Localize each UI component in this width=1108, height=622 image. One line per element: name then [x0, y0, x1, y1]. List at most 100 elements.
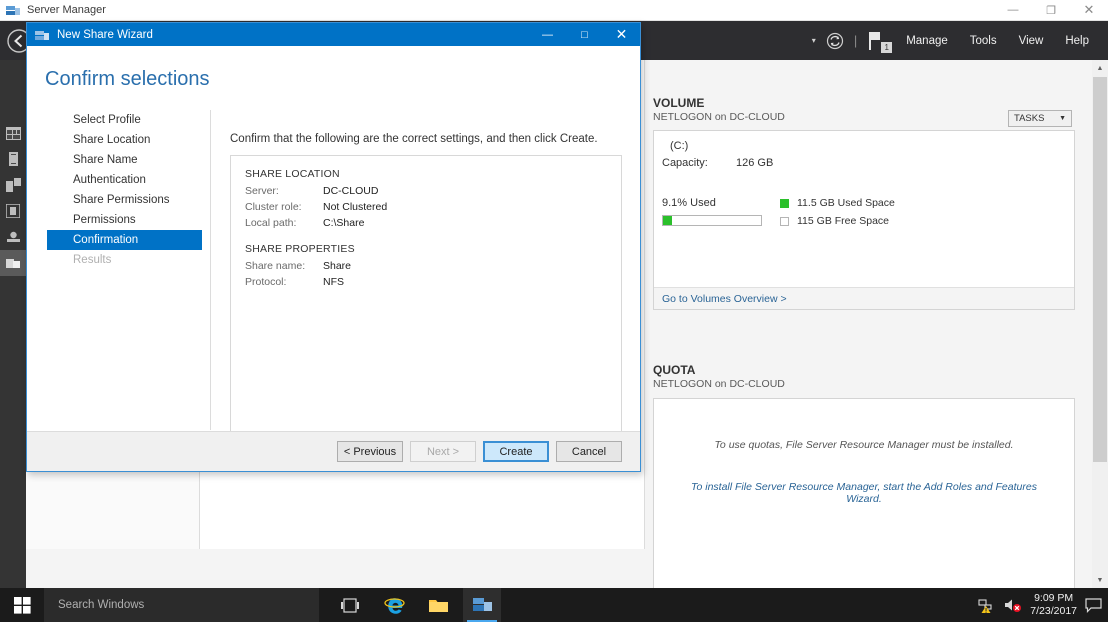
- wizard-nav-share-permissions[interactable]: Share Permissions: [47, 190, 202, 210]
- volume-subtitle: NETLOGON on DC-CLOUD: [653, 111, 785, 123]
- wizard-titlebar: New Share Wizard — □ ✕: [27, 23, 640, 46]
- scrollbar-thumb[interactable]: [1093, 77, 1107, 462]
- detail-value-share-name: Share: [323, 260, 352, 272]
- volume-tasks-button[interactable]: TASKS ▼: [1008, 110, 1072, 127]
- wizard-nav-share-name[interactable]: Share Name: [47, 150, 202, 170]
- volume-usage: 9.1% Used: [662, 197, 762, 226]
- quota-section-header: QUOTA NETLOGON on DC-CLOUD: [653, 363, 785, 390]
- wizard-nav-results: Results: [73, 254, 112, 266]
- wizard-minimize-button[interactable]: —: [529, 23, 566, 46]
- taskbar: Search Windows 9:09 PM 7/23/2017: [0, 588, 1108, 622]
- wizard-title: New Share Wizard: [57, 28, 153, 41]
- capacity-value: 126 GB: [736, 157, 774, 169]
- search-input[interactable]: Search Windows: [44, 588, 319, 622]
- notification-flag-icon[interactable]: 1: [863, 21, 895, 60]
- detail-value-protocol: NFS: [323, 276, 344, 288]
- header-menu: ▾ | 1 Manage Tools View Help: [812, 21, 1100, 60]
- tasks-label: TASKS: [1014, 113, 1045, 124]
- header-separator: |: [853, 33, 858, 48]
- clock[interactable]: 9:09 PM 7/23/2017: [1030, 592, 1077, 618]
- dns-icon[interactable]: [0, 224, 26, 250]
- file-services-icon[interactable]: [0, 250, 26, 276]
- minimize-button[interactable]: —: [994, 0, 1032, 21]
- refresh-icon[interactable]: [822, 21, 848, 60]
- detail-row: Server: DC-CLOUD: [245, 183, 607, 199]
- scroll-up-arrow-icon[interactable]: ▲: [1092, 60, 1108, 76]
- detail-row: Local path: C:\Share: [245, 215, 607, 231]
- quota-subtitle: NETLOGON on DC-CLOUD: [653, 378, 785, 390]
- close-button[interactable]: ✕: [1070, 0, 1108, 21]
- legend-item-used: 11.5 GB Used Space: [780, 197, 895, 209]
- next-button: Next >: [410, 441, 476, 462]
- file-explorer-icon[interactable]: [419, 588, 457, 622]
- volume-muted-icon[interactable]: [1004, 597, 1022, 613]
- dashboard-icon[interactable]: [0, 120, 26, 146]
- detail-value-server: DC-CLOUD: [323, 185, 379, 197]
- volumes-overview-link[interactable]: Go to Volumes Overview >: [662, 293, 787, 305]
- quota-install-link[interactable]: To install File Server Resource Manager,…: [674, 481, 1054, 505]
- detail-row: Cluster role: Not Clustered: [245, 199, 607, 215]
- wizard-nav-authentication[interactable]: Authentication: [47, 170, 202, 190]
- volume-capacity-row: Capacity: 126 GB: [662, 157, 773, 169]
- volume-title: VOLUME: [653, 96, 705, 110]
- detail-key-server: Server:: [245, 185, 279, 197]
- legend-item-free: 115 GB Free Space: [780, 215, 895, 227]
- navigation-rail: [0, 60, 26, 588]
- ad-ds-icon[interactable]: [0, 198, 26, 224]
- wizard-nav-confirmation[interactable]: Confirmation: [47, 230, 202, 250]
- wizard-close-button[interactable]: ✕: [603, 23, 640, 46]
- network-warning-icon[interactable]: [978, 597, 996, 613]
- menu-item-manage[interactable]: Manage: [895, 21, 959, 60]
- all-servers-icon[interactable]: [0, 172, 26, 198]
- action-center-icon[interactable]: [1085, 597, 1102, 613]
- vertical-scrollbar[interactable]: ▲ ▼: [1092, 60, 1108, 588]
- usage-progress-bar: [662, 215, 762, 226]
- menu-item-tools[interactable]: Tools: [959, 21, 1008, 60]
- volume-legend: 11.5 GB Used Space 115 GB Free Space: [780, 197, 895, 227]
- section-heading-share-location: SHARE LOCATION: [245, 168, 340, 180]
- wizard-nav-divider: [210, 110, 211, 430]
- detail-key-local-path: Local path:: [245, 217, 297, 229]
- local-server-icon[interactable]: [0, 146, 26, 172]
- wizard-nav-select-profile[interactable]: Select Profile: [47, 110, 202, 130]
- screen: Server Manager — ❐ ✕ ▾ | 1 Manage Tools …: [0, 0, 1108, 622]
- menu-item-view[interactable]: View: [1008, 21, 1055, 60]
- wizard-instruction: Confirm that the following are the corre…: [230, 133, 598, 145]
- previous-button[interactable]: < Previous: [337, 441, 403, 462]
- window-title: Server Manager: [27, 4, 106, 16]
- legend-swatch-used: [780, 198, 789, 208]
- usage-progress-fill: [663, 216, 672, 225]
- wizard-nav-share-location[interactable]: Share Location: [47, 130, 202, 150]
- wizard-maximize-button[interactable]: □: [566, 23, 603, 46]
- notification-badge: 1: [881, 42, 893, 53]
- server-manager-taskbar-icon[interactable]: [463, 588, 501, 622]
- volume-section-header: VOLUME NETLOGON on DC-CLOUD: [653, 96, 785, 123]
- system-tray: 9:09 PM 7/23/2017: [978, 592, 1108, 618]
- internet-explorer-icon[interactable]: [375, 588, 413, 622]
- create-button[interactable]: Create: [483, 441, 549, 462]
- chevron-down-icon[interactable]: ▾: [812, 21, 822, 60]
- wizard-content: Confirm that the following are the corre…: [230, 133, 622, 445]
- window-controls: — ❐ ✕: [994, 0, 1108, 21]
- windows-start-icon[interactable]: [0, 588, 44, 622]
- used-percent-label: 9.1% Used: [662, 197, 716, 209]
- scroll-down-arrow-icon[interactable]: ▼: [1092, 572, 1108, 588]
- volume-panel: (C:) Capacity: 126 GB 9.1% Used 11.5 GB …: [653, 130, 1075, 310]
- taskbar-icons: [331, 588, 501, 622]
- menu-item-help[interactable]: Help: [1054, 21, 1100, 60]
- share-wizard-icon: [35, 29, 49, 41]
- detail-value-cluster-role: Not Clustered: [323, 201, 388, 213]
- cancel-button[interactable]: Cancel: [556, 441, 622, 462]
- volume-drive-label: (C:): [670, 140, 689, 152]
- clock-time: 9:09 PM: [1034, 592, 1074, 604]
- wizard-nav-permissions[interactable]: Permissions: [47, 210, 202, 230]
- task-view-icon[interactable]: [331, 588, 369, 622]
- search-placeholder: Search Windows: [58, 599, 145, 611]
- legend-label-used: 11.5 GB Used Space: [797, 197, 895, 209]
- volumes-overview-bar: Go to Volumes Overview >: [654, 287, 1074, 309]
- new-share-wizard-dialog: New Share Wizard — □ ✕ Confirm selection…: [26, 22, 641, 472]
- background-bottom-left: [26, 461, 192, 549]
- wizard-heading: Confirm selections: [45, 68, 210, 90]
- restore-button[interactable]: ❐: [1032, 0, 1070, 21]
- wizard-window-controls: — □ ✕: [529, 23, 640, 46]
